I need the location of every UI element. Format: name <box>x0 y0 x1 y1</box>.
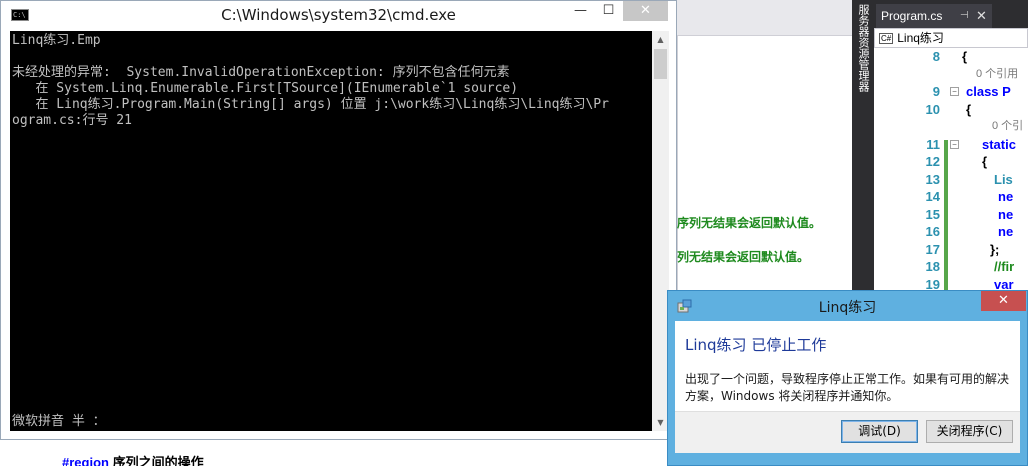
line-number: 14 <box>925 189 940 204</box>
project-nav-label: Linq练习 <box>897 31 944 45</box>
code-line: 0 个引 <box>874 118 1028 135</box>
desktop: 序列无结果会返回默认值。 列无结果会返回默认值。 服务器资源管理器 Progra… <box>0 0 1028 466</box>
code-text: //fir <box>994 259 1015 274</box>
dialog-message: 出现了一个问题，导致程序停止正常工作。如果有可用的解决方案，Windows 将关… <box>685 372 1010 403</box>
code-line: 10 { <box>874 101 1028 118</box>
tab-program-cs[interactable]: Program.cs ⊣ ✕ <box>876 4 992 28</box>
code-text: ne <box>998 189 1014 204</box>
server-explorer-label: 服务器资源管理器 <box>857 4 870 92</box>
console-output[interactable]: Linq练习.Emp 未经处理的异常: System.InvalidOperat… <box>10 31 652 431</box>
editor-topbar <box>677 0 852 36</box>
line-number: 10 <box>925 101 940 117</box>
code-line: 8{ <box>874 48 1028 65</box>
code-text: ne <box>998 206 1014 222</box>
pin-icon[interactable]: ⊣ <box>960 4 969 28</box>
code-text: ne <box>998 224 1014 239</box>
cmd-window: C:\ C:\Windows\system32\cmd.exe — ☐ ✕ Li… <box>0 0 677 440</box>
region-directive: #region 序列之间的操作 <box>62 452 204 466</box>
code-text: }; <box>990 241 1000 257</box>
code-line: 13 Lis <box>874 171 1028 188</box>
line-number: 13 <box>925 171 940 187</box>
line-number: 18 <box>925 259 940 274</box>
dialog-body: Linq练习 已停止工作 出现了一个问题，导致程序停止正常工作。如果有可用的解决… <box>675 321 1020 453</box>
line-number: 9 <box>932 84 940 99</box>
dialog-footer: 调试(D) 关闭程序(C) <box>675 411 1020 453</box>
line-number: 17 <box>925 241 940 257</box>
cmd-titlebar[interactable]: C:\ C:\Windows\system32\cmd.exe — ☐ ✕ <box>1 1 676 31</box>
editor-tab-strip: Program.cs ⊣ ✕ <box>874 0 1028 28</box>
dialog-titlebar[interactable]: Linq练习 ✕ <box>668 291 1027 321</box>
code-line: 15 ne <box>874 206 1028 223</box>
project-nav-dropdown[interactable]: C# Linq练习 <box>874 28 1028 48</box>
reference-count[interactable]: 0 个引用 <box>976 66 1018 83</box>
maximize-button[interactable]: ☐ <box>595 1 622 21</box>
scroll-thumb[interactable] <box>654 49 667 79</box>
minimize-button[interactable]: — <box>567 1 594 21</box>
reference-count[interactable]: 0 个引 <box>992 118 1023 135</box>
csharp-icon: C# <box>879 33 894 44</box>
fold-toggle-icon[interactable]: − <box>950 139 959 149</box>
dialog-heading: Linq练习 已停止工作 <box>685 336 827 354</box>
code-text: class P <box>966 84 1011 99</box>
code-text: { <box>962 49 968 64</box>
region-name: 序列之间的操作 <box>112 455 204 466</box>
error-dialog: Linq练习 ✕ Linq练习 已停止工作 出现了一个问题，导致程序停止正常工作… <box>667 290 1028 466</box>
close-program-button[interactable]: 关闭程序(C) <box>926 420 1013 443</box>
code-comment-2: 列无结果会返回默认值。 <box>677 250 810 264</box>
code-line: 16 ne <box>874 223 1028 240</box>
code-line: 0 个引用 <box>874 66 1028 83</box>
line-number: 15 <box>925 206 940 222</box>
line-number: 12 <box>925 154 940 169</box>
scroll-up-icon[interactable]: ▲ <box>652 31 669 48</box>
code-line: 11− static <box>874 136 1028 153</box>
line-number: 8 <box>932 49 940 64</box>
dialog-title: Linq练习 <box>818 300 877 316</box>
code-line: 12 { <box>874 153 1028 170</box>
close-button[interactable]: ✕ <box>623 1 668 21</box>
code-text: { <box>966 101 972 117</box>
code-text: Lis <box>994 171 1013 187</box>
console-line: 在 Linq练习.Program.Main(String[] args) 位置 … <box>12 97 609 112</box>
ime-status: 微软拼音 半 ： <box>12 414 106 429</box>
code-line: 17}; <box>874 241 1028 258</box>
code-text: { <box>982 154 988 169</box>
dialog-close-button[interactable]: ✕ <box>981 291 1026 311</box>
console-line: ogram.cs:行号 21 <box>12 113 132 128</box>
line-number: 16 <box>925 224 940 239</box>
console-line: 在 System.Linq.Enumerable.First[TSource](… <box>12 81 519 96</box>
line-number: 11 <box>926 136 940 152</box>
change-indicator-bar <box>944 140 948 295</box>
fold-toggle-icon[interactable]: − <box>950 87 959 96</box>
region-keyword: #region <box>62 455 109 466</box>
code-line: 18 //fir <box>874 258 1028 275</box>
console-line: 未经处理的异常: System.InvalidOperationExceptio… <box>12 65 510 80</box>
tab-label: Program.cs <box>881 9 943 23</box>
close-tab-icon[interactable]: ✕ <box>976 4 987 28</box>
code-line: 14 ne <box>874 188 1028 205</box>
code-line: 9 − class P <box>874 83 1028 100</box>
console-line: Linq练习.Emp <box>12 33 101 48</box>
debug-button[interactable]: 调试(D) <box>841 420 918 443</box>
code-comment-1: 序列无结果会返回默认值。 <box>677 216 822 230</box>
code-text: static <box>982 136 1016 152</box>
